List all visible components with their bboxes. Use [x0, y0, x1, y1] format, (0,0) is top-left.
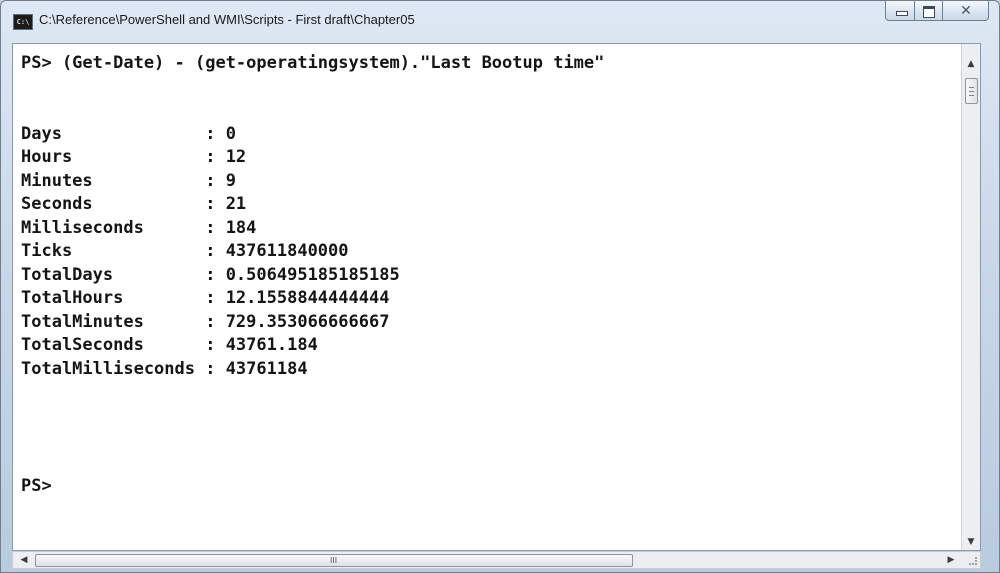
grip-icon	[969, 87, 974, 96]
console-line: Milliseconds : 184	[21, 217, 257, 238]
close-icon: ✕	[960, 3, 972, 19]
vertical-scroll-thumb[interactable]	[965, 78, 978, 104]
horizontal-scrollbar[interactable]: ◀ III ▶	[12, 551, 981, 569]
console-icon[interactable]: C:\	[13, 14, 33, 30]
console-line: TotalHours : 12.1558844444444	[21, 288, 390, 308]
scroll-left-icon[interactable]: ◀	[15, 552, 33, 568]
vertical-scrollbar[interactable]: ▲ ▼	[961, 44, 980, 550]
console-line: TotalMilliseconds : 43761184	[21, 358, 308, 379]
maximize-icon	[923, 6, 935, 18]
scroll-right-icon[interactable]: ▶	[942, 552, 960, 568]
console-line: Days : 0	[21, 123, 236, 144]
close-button[interactable]: ✕	[943, 1, 989, 21]
console-window: C:\ C:\Reference\PowerShell and WMI\Scri…	[0, 0, 1000, 573]
console-line: Ticks : 437611840000	[21, 241, 349, 261]
scroll-up-icon[interactable]: ▲	[962, 56, 980, 72]
window-controls: ✕	[885, 1, 989, 23]
minimize-button[interactable]	[885, 1, 915, 21]
console-text: PS> (Get-Date) - (get-operatingsystem)."…	[21, 52, 604, 499]
minimize-icon	[896, 11, 908, 16]
resize-grip-icon[interactable]	[962, 552, 980, 568]
title-bar[interactable]: C:\ C:\Reference\PowerShell and WMI\Scri…	[1, 1, 999, 41]
console-line: TotalSeconds : 43761.184	[21, 335, 318, 355]
horizontal-scroll-thumb[interactable]: III	[35, 554, 633, 567]
console-line: PS> (Get-Date) - (get-operatingsystem)."…	[21, 53, 605, 73]
console-line: PS>	[21, 476, 52, 496]
console-line: TotalMinutes : 729.353066666667	[21, 311, 390, 332]
console-output-area[interactable]: PS> (Get-Date) - (get-operatingsystem)."…	[12, 43, 981, 551]
console-line: Minutes : 9	[21, 170, 236, 191]
maximize-button[interactable]	[915, 1, 943, 21]
window-title: C:\Reference\PowerShell and WMI\Scripts …	[39, 12, 415, 27]
console-line: TotalDays : 0.506495185185185	[21, 264, 400, 285]
console-line: Hours : 12	[21, 147, 247, 167]
console-line: Seconds : 21	[21, 194, 247, 214]
grip-icon: III	[330, 556, 338, 565]
scroll-down-icon[interactable]: ▼	[962, 534, 980, 550]
